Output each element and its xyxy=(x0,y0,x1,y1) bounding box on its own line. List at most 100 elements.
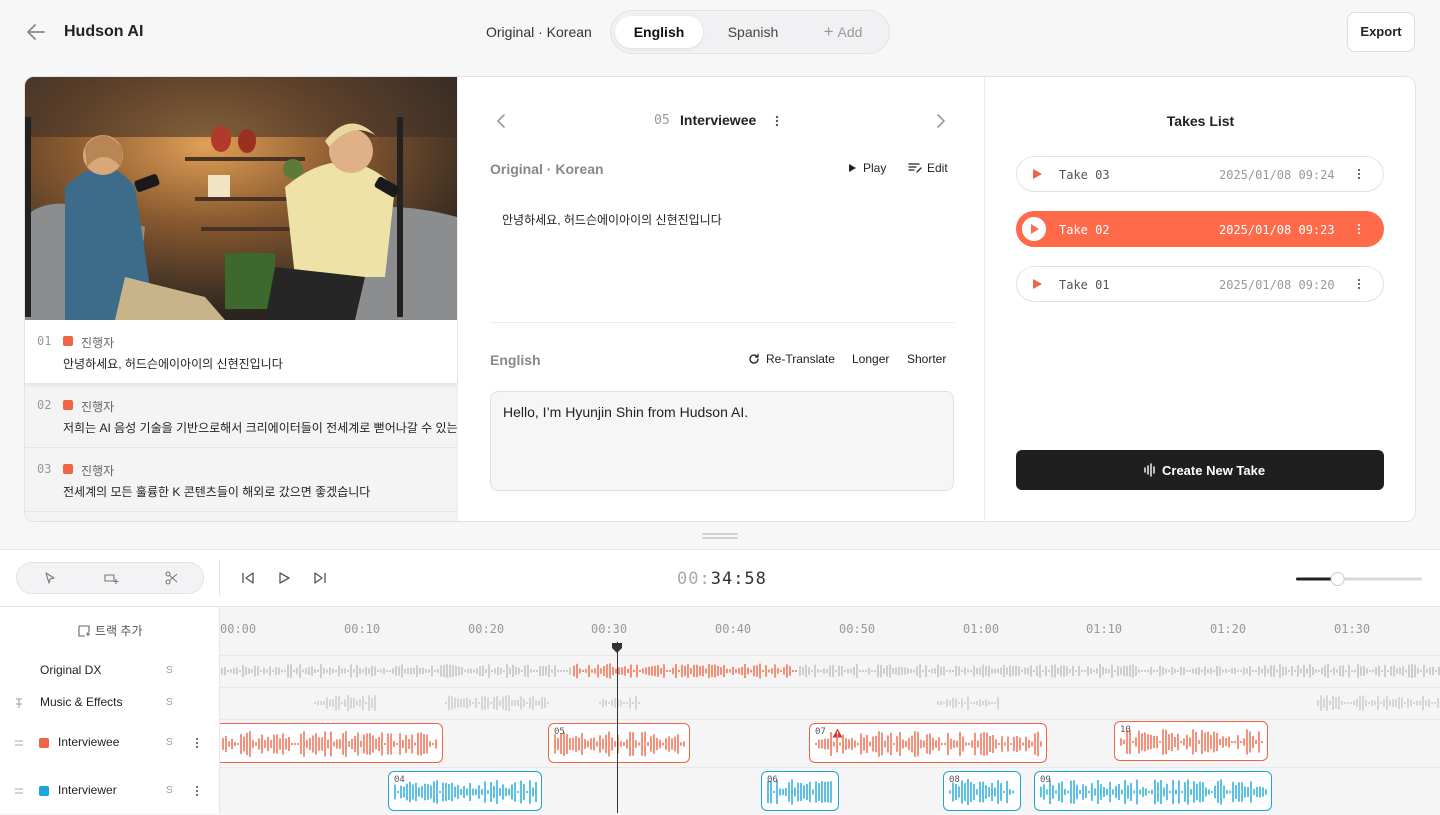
time-tick: 01:10 xyxy=(1086,622,1123,636)
add-track-button[interactable]: 트랙 추가 xyxy=(78,622,143,639)
more-vertical-icon[interactable] xyxy=(192,784,202,798)
take-item-selected[interactable]: Take 02 2025/01/08 09:23 xyxy=(1016,211,1384,247)
shorter-button[interactable]: Shorter xyxy=(907,352,946,366)
create-new-take-button[interactable]: Create New Take xyxy=(1016,450,1384,490)
more-vertical-icon[interactable] xyxy=(772,113,782,129)
clip-number: 08 xyxy=(949,775,960,785)
solo-button[interactable]: S xyxy=(166,737,173,748)
segment-item[interactable]: 01 진행자 안녕하세요, 허드슨에이아이의 신현진입니다 xyxy=(25,320,457,384)
solo-button[interactable]: S xyxy=(166,665,173,676)
video-frame-illustration xyxy=(25,77,457,320)
original-language-tab[interactable]: Original · Korean xyxy=(486,24,592,40)
interviewer-clip[interactable]: 08 xyxy=(943,771,1021,811)
range-select-tool-icon[interactable] xyxy=(103,570,119,586)
plus-icon: + xyxy=(823,22,834,41)
take-name: Take 03 xyxy=(1059,168,1110,182)
chevron-left-icon[interactable] xyxy=(492,111,512,131)
time-tick: 01:30 xyxy=(1334,622,1371,636)
add-language-button[interactable]: + Add xyxy=(811,16,875,48)
track-color-square xyxy=(39,786,49,796)
original-section-label: Original · Korean xyxy=(490,161,604,177)
play-icon xyxy=(849,164,856,172)
segment-text: 전세계의 모든 훌륭한 K 콘텐츠들이 해외로 갔으면 좋겠습니다 xyxy=(63,485,371,499)
segment-item[interactable]: 02 진행자 저희는 AI 음성 기술을 기반으로해서 크리에이터들이 전세계로… xyxy=(25,384,458,448)
play-button[interactable]: Play xyxy=(848,161,886,175)
segment-item[interactable]: 03 진행자 전세계의 모든 훌륭한 K 콘텐츠들이 해외로 갔으면 좋겠습니다 xyxy=(25,448,457,512)
add-track-label: 트랙 추가 xyxy=(95,624,143,638)
track-name: Interviewer xyxy=(58,783,117,797)
track-area[interactable]: 00:00 00:10 00:20 00:30 00:40 00:50 01:0… xyxy=(220,606,1440,814)
edit-label: Edit xyxy=(927,161,948,175)
more-vertical-icon[interactable] xyxy=(1353,222,1365,236)
track-name: Original DX xyxy=(40,663,102,677)
play-icon[interactable] xyxy=(1031,168,1043,180)
retranslate-label: Re-Translate xyxy=(766,352,835,366)
chevron-right-icon[interactable] xyxy=(930,111,950,131)
back-arrow-icon[interactable] xyxy=(24,20,48,44)
more-vertical-icon[interactable] xyxy=(1353,167,1365,181)
interviewer-clip[interactable]: 06 xyxy=(761,771,839,811)
interviewer-clip[interactable]: 04 xyxy=(388,771,542,811)
drag-handle-icon[interactable] xyxy=(14,786,24,796)
panel-resize-handle[interactable] xyxy=(702,533,738,539)
track-header-music-effects: Music & Effects S xyxy=(0,687,220,719)
time-tick: 00:30 xyxy=(591,622,628,636)
interviewee-clip[interactable] xyxy=(220,723,443,763)
app-title: Hudson AI xyxy=(64,23,144,40)
play-icon[interactable] xyxy=(1031,278,1043,290)
takes-title: Takes List xyxy=(1166,113,1235,129)
take-name: Take 02 xyxy=(1059,223,1110,237)
segment-text: 안녕하세요, 허드슨에이아이의 신현진입니다 xyxy=(63,357,283,371)
edit-button[interactable]: Edit xyxy=(908,161,948,175)
export-button[interactable]: Export xyxy=(1347,12,1415,52)
timecode-display: 00:34:58 xyxy=(677,569,767,589)
interviewer-clip[interactable]: 09 xyxy=(1034,771,1272,811)
take-item[interactable]: Take 03 2025/01/08 09:24 xyxy=(1016,156,1384,192)
divider xyxy=(490,322,954,323)
longer-button[interactable]: Longer xyxy=(852,352,889,366)
lane-divider xyxy=(220,767,1440,768)
speaker-color-square xyxy=(63,400,73,410)
more-vertical-icon[interactable] xyxy=(1353,277,1365,291)
time-tick: 00:10 xyxy=(344,622,381,636)
drag-handle-icon[interactable] xyxy=(14,738,24,748)
interviewee-clip[interactable]: 05 xyxy=(548,723,690,763)
play-icon[interactable] xyxy=(276,570,292,586)
skip-forward-icon[interactable] xyxy=(312,570,328,586)
tab-english[interactable]: English xyxy=(615,16,703,48)
speaker-color-square xyxy=(63,336,73,346)
solo-button[interactable]: S xyxy=(166,785,173,796)
track-name: Music & Effects xyxy=(40,695,123,709)
play-circle-icon[interactable] xyxy=(1021,216,1047,242)
warning-icon[interactable] xyxy=(832,728,843,738)
edit-lines-icon xyxy=(908,163,922,173)
zoom-slider[interactable] xyxy=(1294,572,1424,586)
timeline-panel: 00:34:58 트랙 추가 Original DX S Music & Eff… xyxy=(0,549,1440,814)
scissors-icon[interactable] xyxy=(164,570,180,586)
pin-icon[interactable] xyxy=(14,698,24,708)
segment-title: Interviewee xyxy=(680,112,757,128)
video-preview[interactable] xyxy=(25,77,457,320)
retranslate-button[interactable]: Re-Translate xyxy=(748,352,835,366)
translation-textarea[interactable]: Hello, I’m Hyunjin Shin from Hudson AI. xyxy=(490,391,954,491)
tab-spanish[interactable]: Spanish xyxy=(713,16,793,48)
pointer-tool-icon[interactable] xyxy=(42,570,58,586)
time-tick: 00:40 xyxy=(715,622,752,636)
create-new-take-label: Create New Take xyxy=(1162,463,1266,478)
take-item[interactable]: Take 01 2025/01/08 09:20 xyxy=(1016,266,1384,302)
take-name: Take 01 xyxy=(1059,278,1110,292)
take-date: 2025/01/08 09:24 xyxy=(1219,168,1335,182)
more-vertical-icon[interactable] xyxy=(192,736,202,750)
clip-number: 10 xyxy=(1120,725,1131,735)
skip-back-icon[interactable] xyxy=(240,570,256,586)
translation-section-label: English xyxy=(490,352,541,368)
clip-number: 04 xyxy=(394,775,405,785)
clip-waveform xyxy=(222,731,437,757)
add-language-label: Add xyxy=(837,24,863,40)
segment-number: 02 xyxy=(37,398,52,412)
interviewee-clip[interactable]: 07 xyxy=(809,723,1047,763)
interviewee-clip[interactable]: 10 xyxy=(1114,721,1268,761)
solo-button[interactable]: S xyxy=(166,697,173,708)
playhead-handle[interactable] xyxy=(611,642,623,654)
edit-tool-group xyxy=(16,562,204,594)
